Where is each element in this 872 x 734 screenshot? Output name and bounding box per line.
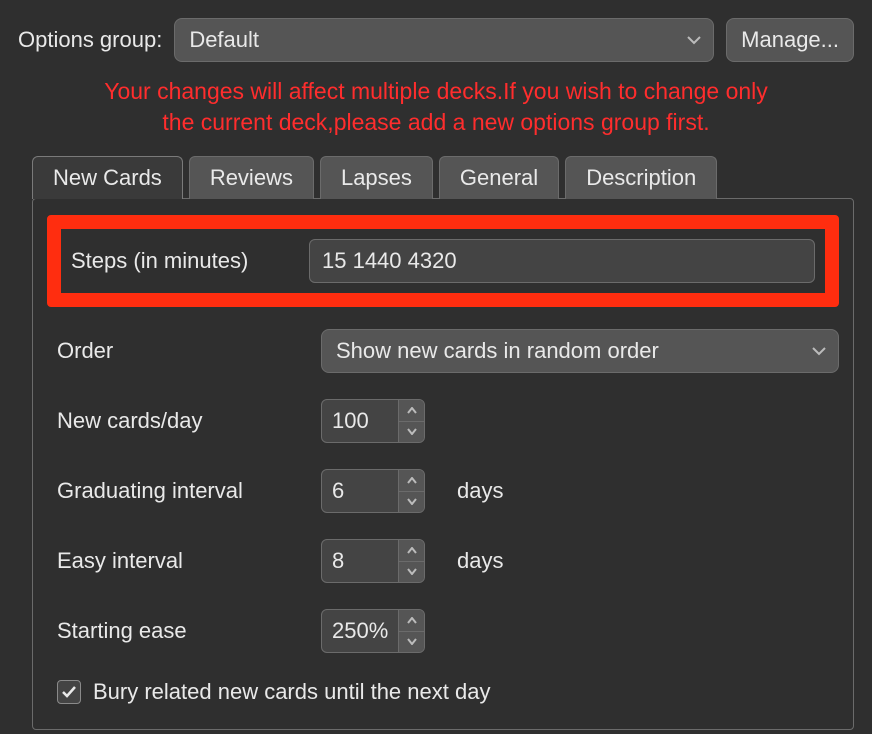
warning-text: Your changes will affect multiple decks.… [18,76,854,138]
starting-ease-input[interactable] [322,610,398,652]
tab-general[interactable]: General [439,156,559,199]
new-cards-day-spinner[interactable] [321,399,425,443]
easy-interval-spinner[interactable] [321,539,425,583]
tabs: New Cards Reviews Lapses General Descrip… [32,156,854,199]
stepper-up-icon[interactable] [399,610,424,632]
graduating-interval-input[interactable] [322,470,398,512]
chevron-down-icon [687,35,701,45]
options-group-row: Options group: Default Manage... [18,18,854,62]
tab-new-cards[interactable]: New Cards [32,156,183,199]
stepper-down-icon[interactable] [399,562,424,583]
manage-button[interactable]: Manage... [726,18,854,62]
easy-interval-input[interactable] [322,540,398,582]
order-select[interactable]: Show new cards in random order [321,329,839,373]
easy-interval-row: Easy interval days [47,539,839,583]
tab-description[interactable]: Description [565,156,717,199]
days-unit: days [457,548,503,574]
bury-row: Bury related new cards until the next da… [47,679,839,705]
stepper-down-icon[interactable] [399,632,424,653]
stepper-down-icon[interactable] [399,492,424,513]
graduating-interval-label: Graduating interval [57,478,309,504]
tab-reviews[interactable]: Reviews [189,156,314,199]
steps-label: Steps (in minutes) [71,248,297,274]
starting-ease-label: Starting ease [57,618,309,644]
chevron-down-icon [812,346,826,356]
new-cards-day-row: New cards/day [47,399,839,443]
stepper-up-icon[interactable] [399,470,424,492]
manage-button-label: Manage... [741,27,839,53]
easy-interval-label: Easy interval [57,548,309,574]
stepper-up-icon[interactable] [399,540,424,562]
order-label: Order [57,338,309,364]
stepper-down-icon[interactable] [399,422,424,443]
bury-label: Bury related new cards until the next da… [93,679,490,705]
starting-ease-spinner[interactable] [321,609,425,653]
check-icon [61,685,77,699]
stepper-up-icon[interactable] [399,400,424,422]
steps-highlight: Steps (in minutes) [47,215,839,307]
order-value: Show new cards in random order [336,338,659,364]
starting-ease-row: Starting ease [47,609,839,653]
steps-input[interactable] [309,239,815,283]
order-row: Order Show new cards in random order [47,329,839,373]
tabs-container: New Cards Reviews Lapses General Descrip… [32,156,854,730]
options-group-label: Options group: [18,27,162,53]
options-group-select[interactable]: Default [174,18,714,62]
tab-panel: Steps (in minutes) Order Show new cards … [32,198,854,730]
options-group-value: Default [189,27,259,53]
bury-checkbox[interactable] [57,680,81,704]
tab-lapses[interactable]: Lapses [320,156,433,199]
graduating-interval-row: Graduating interval days [47,469,839,513]
new-cards-day-input[interactable] [322,400,398,442]
graduating-interval-spinner[interactable] [321,469,425,513]
new-cards-day-label: New cards/day [57,408,309,434]
days-unit: days [457,478,503,504]
